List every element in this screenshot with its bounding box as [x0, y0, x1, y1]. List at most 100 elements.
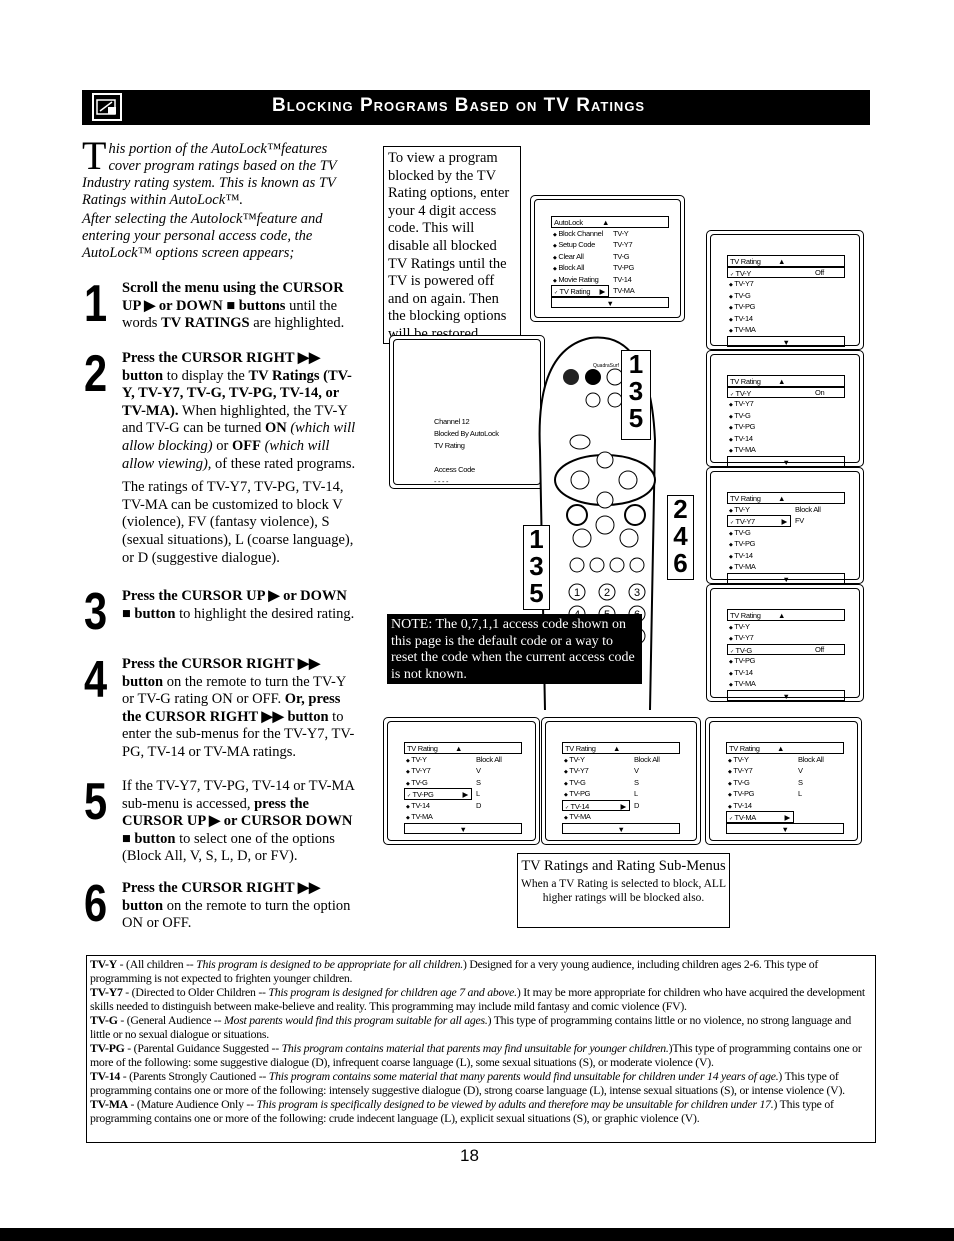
menu-item[interactable]: ◆ TV-14 — [727, 313, 845, 325]
blocked-line: Channel 12 — [434, 417, 470, 426]
menu-item-label: TV-Y7 — [734, 633, 754, 642]
menu-item[interactable]: ◆ TV-PG — [727, 655, 845, 667]
bullet-icon: ◆ — [564, 780, 568, 787]
menu-item-label: TV-MA — [411, 812, 433, 821]
callout-step-numbers: 135 — [621, 350, 651, 440]
menu-item[interactable]: ◆ TV-Y7 V — [562, 765, 680, 777]
italic-text: This program contains some material that… — [268, 1069, 779, 1083]
menu-header: TV Rating — [730, 494, 761, 503]
menu-item-label: TV-Y — [735, 388, 752, 398]
bullet-icon: ◆ — [406, 769, 410, 775]
menu-item[interactable]: ◆ TV-14 — [727, 550, 845, 562]
menu-item[interactable]: ◆ TV-PG L — [726, 788, 844, 800]
menu-item[interactable]: ◆ Setup Code TV-Y7 — [551, 239, 669, 251]
menu-screen-tvy-off: TV Rating ▲ ✓ TV-Y Off ◆ TV-Y7 ◆ TV-G ◆ TV-PG ◆… — [706, 230, 864, 350]
italic-text: After selecting the Autolock™feature and… — [82, 211, 323, 261]
menu-item[interactable]: ◆ TV-G S — [562, 777, 680, 789]
menu-item[interactable]: ✓ TV-Y7 ▶ FV — [727, 515, 845, 527]
menu-item[interactable]: ✓ TV-Y On — [727, 386, 845, 398]
italic-text: This program is designed for children ag… — [268, 985, 517, 999]
menu-item[interactable]: ✓ TV-MA ▶ — [726, 811, 844, 823]
menu-item[interactable]: ◆ TV-MA — [727, 324, 845, 336]
menu-item[interactable]: ◆ TV-Y7 — [727, 632, 845, 644]
menu-item-label: TV-Y — [734, 621, 750, 631]
menu-item[interactable]: ◆ Block Channel TV-Y — [551, 228, 669, 240]
menu-screen-tvg-off: TV Rating ▲ ◆ TV-Y ◆ TV-Y7 ✓ TV-G Off ◆ TV-PG ◆… — [706, 584, 864, 702]
menu-item[interactable]: ◆ TV-PG — [727, 301, 845, 313]
menu-item-label: TV-MA — [734, 445, 756, 454]
check-icon: ✓ — [730, 271, 734, 278]
menu-item[interactable]: ◆ Movie Rating TV-14 — [551, 274, 669, 286]
bullet-icon: ◆ — [729, 553, 733, 560]
menu-item-label: TV-Y — [733, 754, 749, 764]
menu-item-value: FV — [795, 516, 804, 525]
step-paragraph: Press the CURSOR RIGHT ▶▶ button on the … — [122, 656, 358, 762]
menu-item[interactable]: ◆ TV-MA — [404, 811, 522, 823]
note-box: NOTE: The 0,7,1,1 access code shown on t… — [387, 614, 642, 684]
menu-item[interactable]: ✓ TV-14 ▶ D — [562, 799, 680, 811]
caption-title: TV Ratings and Rating Sub-Menus — [521, 858, 726, 874]
menu-item[interactable]: ◆ TV-Y — [727, 621, 845, 633]
menu-item[interactable]: ◆ TV-Y Block All — [404, 754, 522, 766]
menu-item[interactable]: ◆ TV-Y7 V — [726, 765, 844, 777]
number-key-label: 2 — [604, 587, 610, 599]
menu-item[interactable]: ◆ TV-G — [727, 527, 845, 539]
menu-item[interactable]: ◆ TV-G S — [404, 777, 522, 789]
menu-item[interactable]: ◆ TV-PG — [727, 538, 845, 550]
menu-screen-tvy7: TV Rating ▲ ◆ TV-Y Block All ✓ TV-Y7 ▶ FV ◆ TV-… — [706, 467, 864, 584]
menu-item[interactable]: ◆ TV-Y Block All — [727, 504, 845, 516]
menu-header: TV Rating — [730, 257, 761, 266]
menu-item[interactable]: ◆ TV-G — [727, 410, 845, 422]
menu-item[interactable]: ◆ TV-Y Block All — [562, 754, 680, 766]
check-icon: ✓ — [730, 648, 734, 655]
menu-screen-tvma: TV Rating ▲ ◆ TV-Y Block All ◆ TV-Y7 V ◆ TV-G S… — [705, 717, 862, 845]
text-segment: The ratings of TV-Y7, TV-PG, TV-14, TV-M… — [122, 479, 354, 566]
bullet-icon: ◆ — [729, 425, 733, 431]
bullet-icon: ◆ — [729, 448, 733, 454]
bullet-icon: ◆ — [564, 769, 568, 775]
bullet-icon: ◆ — [553, 254, 557, 261]
tv-lock-icon — [92, 93, 122, 121]
menu-item[interactable]: ◆ TV-PG — [727, 421, 845, 433]
menu-item-label: TV-PG — [734, 422, 756, 431]
menu-item[interactable]: ✓ TV-Y Off — [727, 266, 845, 278]
menu-item[interactable]: ◆ TV-Y7 — [727, 398, 845, 410]
menu-item[interactable]: ◆ TV-MA — [562, 811, 680, 823]
menu-item[interactable]: ◆ TV-14 — [726, 800, 844, 812]
definition-0: TV-Y - (All children -- This program is … — [90, 957, 872, 985]
text-segment: If the TV-Y7, TV-PG, TV-14 or TV-MA sub-… — [122, 778, 355, 812]
menu-item[interactable]: ◆ TV-14 — [727, 667, 845, 679]
step-paragraph: The ratings of TV-Y7, TV-PG, TV-14, TV-M… — [122, 479, 358, 567]
menu-item-label: TV-14 — [734, 667, 753, 677]
menu-item[interactable]: ◆ TV-Y7 — [727, 278, 845, 290]
bold-text: TV-14 — [90, 1069, 120, 1083]
bullet-icon: ◆ — [729, 565, 733, 571]
remote-button — [563, 369, 579, 385]
menu-item-label: TV-G — [734, 290, 751, 300]
menu-item-label: TV-14 — [733, 800, 752, 810]
italic-text: This program is designed to be appropria… — [196, 957, 463, 971]
brand-label: QuadraSurf — [593, 363, 619, 369]
menu-item[interactable]: ◆ TV-Y Block All — [726, 754, 844, 766]
menu-item-value: Block All — [634, 754, 660, 764]
menu-item[interactable]: ✓ TV-PG ▶ L — [404, 788, 522, 800]
menu-item[interactable]: ✓ TV-G Off — [727, 643, 845, 655]
menu-item[interactable]: ✓ TV Rating ▶ TV-MA — [551, 285, 669, 297]
menu-item[interactable]: ◆ TV-14 — [727, 433, 845, 445]
page-number: 18 — [460, 1146, 479, 1165]
menu-item[interactable]: ◆ Clear All TV-G — [551, 251, 669, 263]
menu-item[interactable]: ◆ TV-MA — [727, 444, 845, 456]
figure-caption: TV Ratings and Rating Sub-Menus When a T… — [517, 853, 730, 928]
menu-item[interactable]: ◆ TV-MA — [727, 678, 845, 690]
menu-item[interactable]: ◆ TV-14 D — [404, 800, 522, 812]
menu-header: TV Rating — [730, 611, 761, 620]
menu-item[interactable]: ◆ TV-Y7 V — [404, 765, 522, 777]
menu-item[interactable]: ◆ TV-G — [727, 290, 845, 302]
menu-screen-tv14: TV Rating ▲ ◆ TV-Y Block All ◆ TV-Y7 V ◆ TV-G S… — [541, 717, 701, 845]
menu-item[interactable]: ◆ TV-G S — [726, 777, 844, 789]
down-arrow-icon: ▼ — [782, 457, 790, 467]
menu-item[interactable]: ◆ Block All TV-PG — [551, 262, 669, 274]
menu-item[interactable]: ◆ TV-MA — [727, 561, 845, 573]
menu-item-label: TV-Y — [734, 504, 750, 514]
menu-item[interactable]: ◆ TV-PG L — [562, 788, 680, 800]
